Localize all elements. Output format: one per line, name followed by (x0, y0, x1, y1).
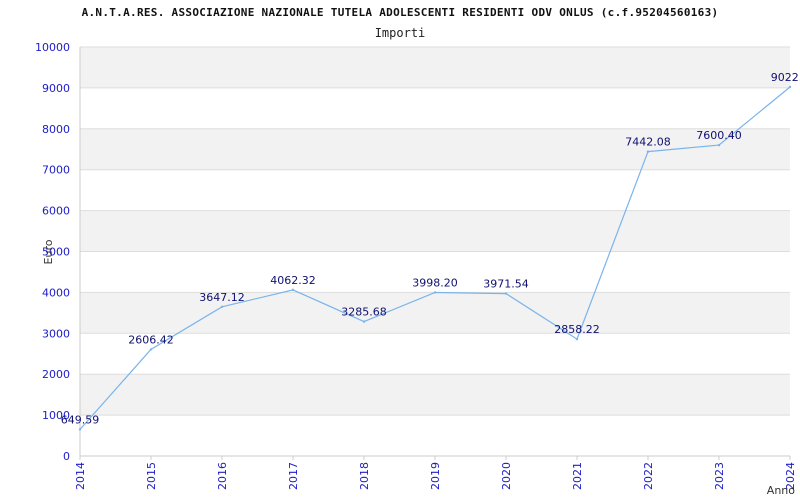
x-tick-label: 2021 (571, 462, 584, 490)
y-tick-label: 7000 (42, 164, 70, 177)
y-tick-label: 8000 (42, 123, 70, 136)
data-point (575, 337, 579, 341)
y-tick-label: 9000 (42, 82, 70, 95)
data-label: 9022.9 (771, 71, 800, 84)
x-tick-label: 2019 (429, 462, 442, 490)
data-label: 7600.40 (696, 129, 742, 142)
x-tick-labels: 2014 2015 2016 2017 2018 2019 2020 2021 2022 2023… (74, 462, 797, 490)
data-label: 3971.54 (483, 278, 529, 291)
line-chart: 0100020003000400050006000700080009000100… (35, 41, 800, 497)
y-tick-label: 0 (63, 450, 70, 463)
data-point (433, 291, 437, 294)
y-tick-label: 4000 (42, 286, 70, 299)
data-label: 3998.20 (412, 276, 458, 289)
band-3 (80, 292, 790, 334)
y-axis-title: Euro (42, 239, 55, 264)
data-label: 4062.32 (270, 274, 316, 287)
data-label: 2606.42 (128, 333, 174, 346)
x-tick-label: 2018 (358, 462, 371, 490)
data-point (504, 292, 508, 295)
y-tick-label: 3000 (42, 327, 70, 340)
x-tick-label: 2022 (642, 462, 655, 490)
band-9 (80, 47, 790, 88)
data-point (78, 428, 82, 431)
x-tick-label: 2014 (74, 462, 87, 490)
band-1 (80, 374, 790, 416)
x-tick-label: 2023 (713, 462, 726, 490)
data-point (646, 150, 650, 153)
x-tick-label: 2016 (216, 462, 229, 490)
data-point (362, 320, 366, 323)
data-point (149, 348, 153, 351)
x-tick-label: 2017 (287, 462, 300, 490)
data-point (220, 305, 224, 309)
x-axis-title: Anno (767, 484, 795, 497)
data-label: 7442.08 (625, 136, 671, 149)
data-label: 649.59 (61, 413, 100, 426)
x-tick-label: 2020 (500, 462, 513, 490)
data-label: 2858.22 (554, 323, 600, 336)
y-tick-label: 6000 (42, 205, 70, 218)
y-tick-label: 2000 (42, 368, 70, 381)
data-point (788, 85, 792, 89)
band-7 (80, 128, 790, 170)
band-5 (80, 210, 790, 252)
data-point (717, 143, 721, 147)
y-tick-label: 10000 (35, 41, 70, 54)
x-tick-label: 2015 (145, 462, 158, 490)
data-point (291, 288, 295, 292)
data-label: 3285.68 (341, 306, 387, 319)
data-label: 3647.12 (199, 291, 245, 304)
background-bands (80, 47, 790, 416)
